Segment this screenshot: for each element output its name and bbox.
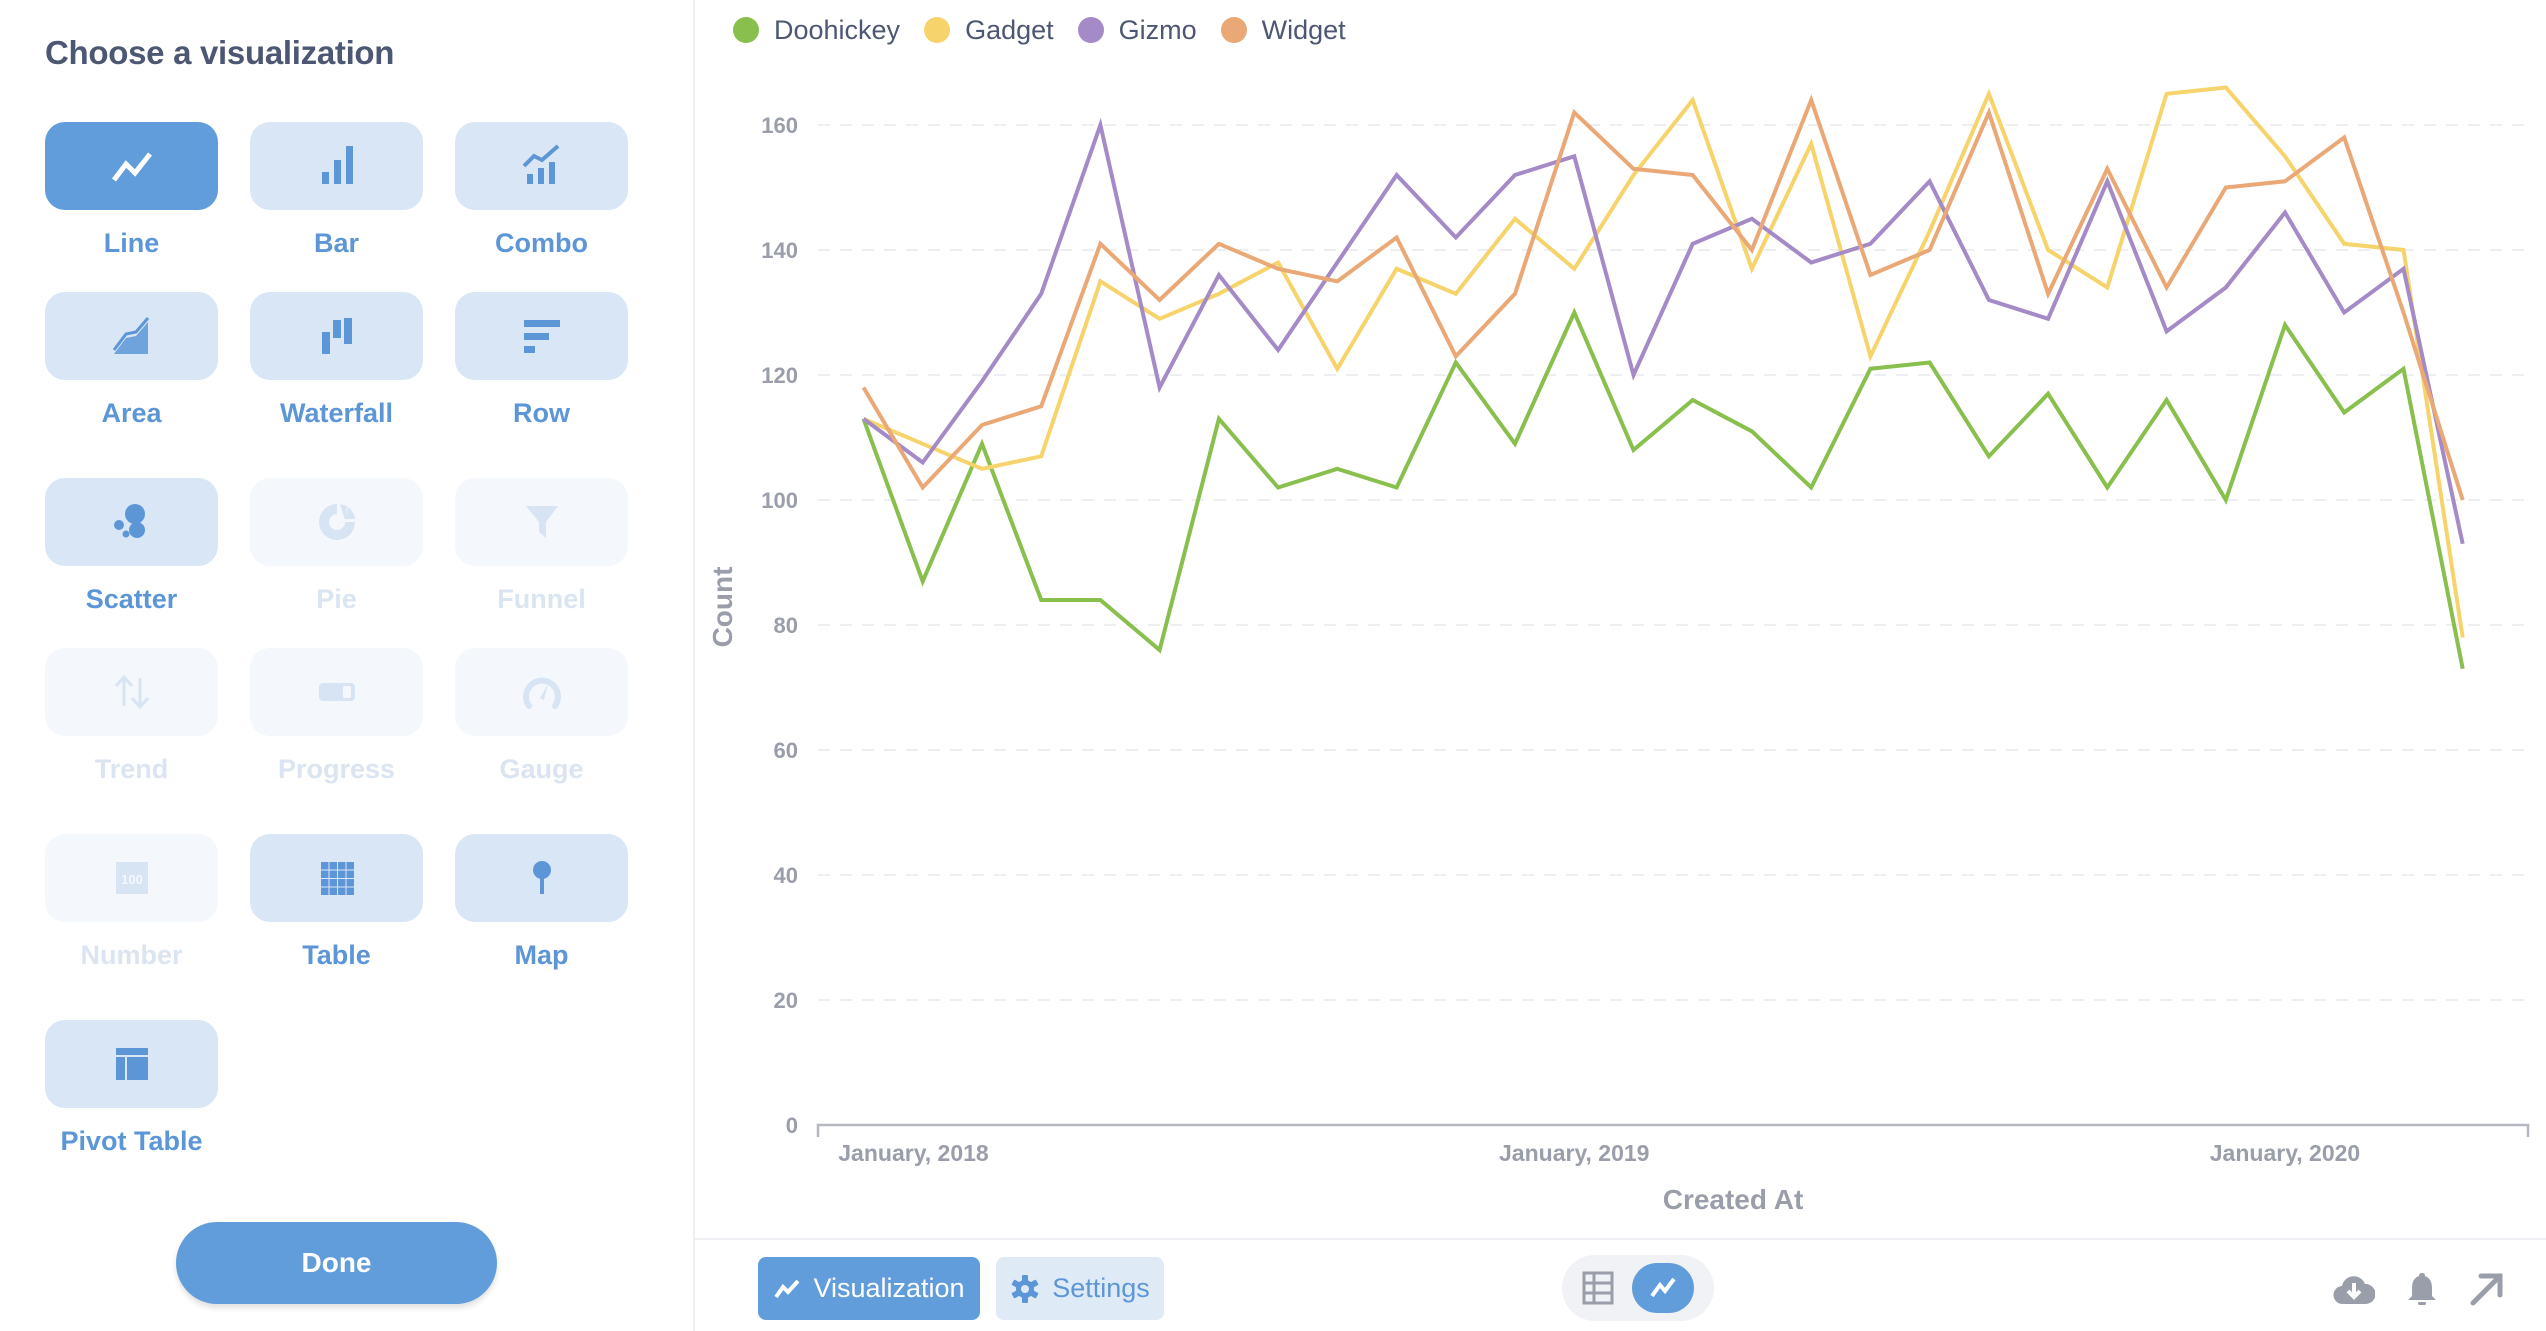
x-tick-label: January, 2020 — [2210, 1140, 2360, 1166]
y-tick-label: 60 — [774, 738, 798, 763]
viz-option-row[interactable] — [455, 292, 628, 380]
waterfall-chart-icon — [321, 318, 352, 354]
svg-text:100: 100 — [121, 872, 143, 887]
y-tick-label: 120 — [761, 363, 798, 388]
visualization-button[interactable]: Visualization — [758, 1257, 980, 1320]
gauge-icon — [522, 677, 561, 709]
line-chart-icon — [111, 152, 152, 182]
line-chart-icon — [1650, 1277, 1676, 1298]
arrow-up-right-icon — [2470, 1273, 2503, 1306]
viz-option-label-combo[interactable]: Combo — [455, 228, 628, 259]
series-line-widget[interactable] — [861, 94, 2465, 501]
viz-option-label-area[interactable]: Area — [45, 398, 218, 429]
viz-option-scatter[interactable] — [45, 478, 218, 566]
viz-option-table[interactable] — [250, 834, 423, 922]
viz-option-label-table[interactable]: Table — [250, 940, 423, 971]
viz-option-label-map[interactable]: Map — [455, 940, 628, 971]
open-in-new-button[interactable] — [2466, 1270, 2508, 1308]
viz-option-label-number: Number — [80, 940, 183, 970]
footer-divider — [694, 1238, 2546, 1240]
viz-option-label-trend: Trend — [94, 754, 169, 784]
viz-option-label-waterfall[interactable]: Waterfall — [250, 398, 423, 429]
funnel-icon — [525, 506, 558, 538]
line-chart-icon — [774, 1279, 800, 1298]
line-chart: 0 20 40 60 80 100 120 140 160 January, 2018 Januar… — [707, 85, 2530, 1215]
viz-option-label-bar[interactable]: Bar — [250, 228, 423, 259]
sidebar-title: Choose a visualization — [45, 34, 395, 71]
number-icon: 100 — [115, 862, 148, 894]
done-button[interactable]: Done — [176, 1222, 497, 1304]
y-tick-label: 20 — [774, 988, 798, 1013]
viz-option-label-scatter[interactable]: Scatter — [45, 584, 218, 615]
chart-view-toggle[interactable] — [1632, 1263, 1694, 1313]
settings-button[interactable]: Settings — [996, 1257, 1164, 1320]
y-tick-label: 140 — [761, 238, 798, 263]
viz-option-trend — [45, 648, 218, 736]
viz-option-label-funnel: Funnel — [497, 584, 586, 614]
x-axis-title: Created At — [1663, 1184, 1804, 1215]
y-tick-label: 80 — [774, 613, 798, 638]
viz-option-map[interactable] — [455, 834, 628, 922]
download-button[interactable] — [2333, 1270, 2375, 1308]
viz-option-label-line[interactable]: Line — [45, 228, 218, 259]
view-toggle — [1562, 1255, 1714, 1321]
gear-icon — [1011, 1274, 1039, 1303]
viz-option-gauge — [455, 648, 628, 736]
y-tick-label: 160 — [761, 113, 798, 138]
map-pin-icon — [532, 861, 551, 894]
scatter-chart-icon — [113, 504, 145, 538]
visualization-button-label: Visualization — [813, 1273, 965, 1303]
y-tick-label: 100 — [761, 488, 798, 513]
viz-option-progress — [250, 648, 423, 736]
bar-chart-icon — [321, 146, 353, 184]
viz-option-area[interactable] — [45, 292, 218, 380]
viz-option-label-pie: Pie — [316, 584, 357, 614]
row-chart-icon — [523, 320, 560, 353]
progress-icon — [318, 683, 355, 701]
viz-option-line[interactable] — [45, 122, 218, 210]
table-icon — [320, 862, 354, 895]
viz-option-pie — [250, 478, 423, 566]
viz-option-waterfall[interactable] — [250, 292, 423, 380]
table-icon — [1582, 1271, 1614, 1305]
alert-button[interactable] — [2401, 1270, 2443, 1308]
viz-option-combo[interactable] — [455, 122, 628, 210]
y-axis-title: Count — [707, 567, 738, 648]
x-tick-label: January, 2019 — [1499, 1140, 1649, 1166]
viz-option-label-gauge: Gauge — [499, 754, 584, 784]
y-tick-label: 0 — [786, 1113, 798, 1138]
combo-chart-icon — [522, 144, 559, 184]
cloud-download-icon — [2333, 1276, 2375, 1305]
viz-option-funnel — [455, 478, 628, 566]
visualization-picker-sidebar: Choose a visualization Line Bar Combo Area W… — [0, 0, 695, 1331]
viz-option-bar[interactable] — [250, 122, 423, 210]
viz-option-number: 100 — [45, 834, 218, 922]
pivot-table-icon — [115, 1048, 148, 1080]
settings-button-label: Settings — [1052, 1273, 1150, 1303]
table-view-toggle[interactable] — [1570, 1262, 1626, 1314]
viz-option-pivot-table[interactable] — [45, 1020, 218, 1108]
x-tick-label: January, 2018 — [838, 1140, 989, 1166]
viz-option-label-progress: Progress — [277, 754, 396, 784]
viz-option-label-row[interactable]: Row — [455, 398, 628, 429]
y-tick-label: 40 — [774, 863, 798, 888]
area-chart-icon — [112, 317, 149, 354]
pie-chart-icon — [318, 504, 355, 540]
series-line-doohickey[interactable] — [861, 307, 2465, 670]
bell-icon — [2408, 1273, 2436, 1305]
x-axis-line — [816, 1123, 2530, 1137]
trend-icon — [114, 674, 149, 710]
viz-option-label-pivot-table[interactable]: Pivot Table — [45, 1126, 218, 1157]
